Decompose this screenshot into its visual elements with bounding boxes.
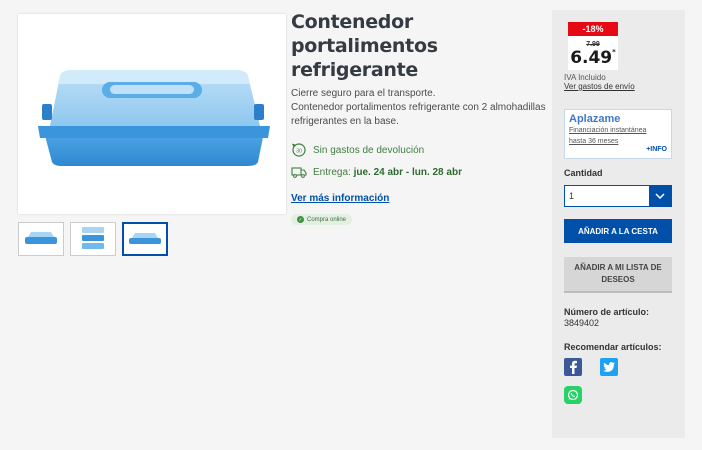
aplazame-logo: Aplazame	[569, 113, 621, 125]
thumbnail-1[interactable]	[18, 222, 64, 256]
online-badge-label: Compra online	[307, 216, 347, 223]
aplazame-info-link[interactable]: +INFO	[646, 146, 667, 153]
truck-icon	[291, 165, 307, 179]
thumbnail-3[interactable]	[122, 222, 168, 256]
delivery-dates: jue. 24 abr - lun. 28 abr	[353, 166, 462, 178]
shipping-costs-link[interactable]: Ver gastos de envío	[564, 82, 673, 91]
add-to-cart-button[interactable]: AÑADIR A LA CESTA	[564, 219, 672, 243]
chevron-down-icon[interactable]	[649, 186, 671, 206]
thumbnail-2[interactable]	[70, 222, 116, 256]
vat-note: IVA Incluido	[564, 73, 606, 82]
product-title: Contenedor portalimentos refrigerante	[291, 11, 438, 81]
quantity-select[interactable]: 1	[564, 185, 672, 207]
add-to-wishlist-button[interactable]: AÑADIR A MI LISTA DE DESEOS	[564, 257, 672, 293]
delivery-text: Entrega: jue. 24 abr - lun. 28 abr	[313, 167, 462, 178]
main-product-image[interactable]	[18, 14, 286, 214]
article-number-label: Número de artículo:	[564, 307, 650, 317]
quantity-value: 1	[569, 191, 575, 201]
whatsapp-icon[interactable]	[564, 386, 582, 404]
description-line-2: Contenedor portalimentos refrigerante co…	[291, 102, 546, 127]
discount-badge: -18%	[568, 22, 618, 36]
current-price: 6.49*	[568, 48, 618, 70]
free-returns-text: Sin gastos de devolución	[313, 144, 425, 156]
check-icon: ✓	[297, 216, 304, 223]
share-label: Recomendar artículos:	[564, 342, 662, 352]
quantity-label: Cantidad	[564, 168, 603, 178]
article-number: 3849402	[564, 318, 600, 328]
share-buttons	[564, 358, 673, 376]
return-icon: 30	[291, 143, 307, 157]
aplazame-financing-box[interactable]: Aplazame Financiación instantánea hasta …	[564, 109, 672, 159]
purchase-sidebar: -18% 7.99 6.49* IVA Incluido Ver gastos …	[552, 10, 685, 438]
free-returns-row: 30 Sin gastos de devolución	[291, 143, 546, 157]
price-box: -18% 7.99 6.49*	[568, 22, 618, 70]
online-purchase-badge: ✓ Compra online	[291, 214, 353, 225]
aplazame-text[interactable]: Financiación instantánea hasta 36 meses	[569, 125, 649, 147]
facebook-icon[interactable]	[564, 358, 582, 376]
delivery-prefix: Entrega:	[313, 166, 354, 178]
old-price: 7.99	[586, 41, 600, 48]
price-value: 6.49	[570, 48, 613, 68]
product-description: Cierre seguro para el transporte. Conten…	[291, 87, 546, 129]
description-line-1: Cierre seguro para el transporte.	[291, 88, 436, 99]
price-mark: *	[612, 48, 616, 56]
twitter-icon[interactable]	[600, 358, 618, 376]
thumbnail-strip	[18, 222, 168, 256]
delivery-row: Entrega: jue. 24 abr - lun. 28 abr	[291, 165, 546, 179]
product-info: Contenedor portalimentos refrigerante Ci…	[291, 10, 546, 226]
svg-text:30: 30	[296, 149, 302, 155]
more-info-link[interactable]: Ver más información	[291, 193, 389, 204]
